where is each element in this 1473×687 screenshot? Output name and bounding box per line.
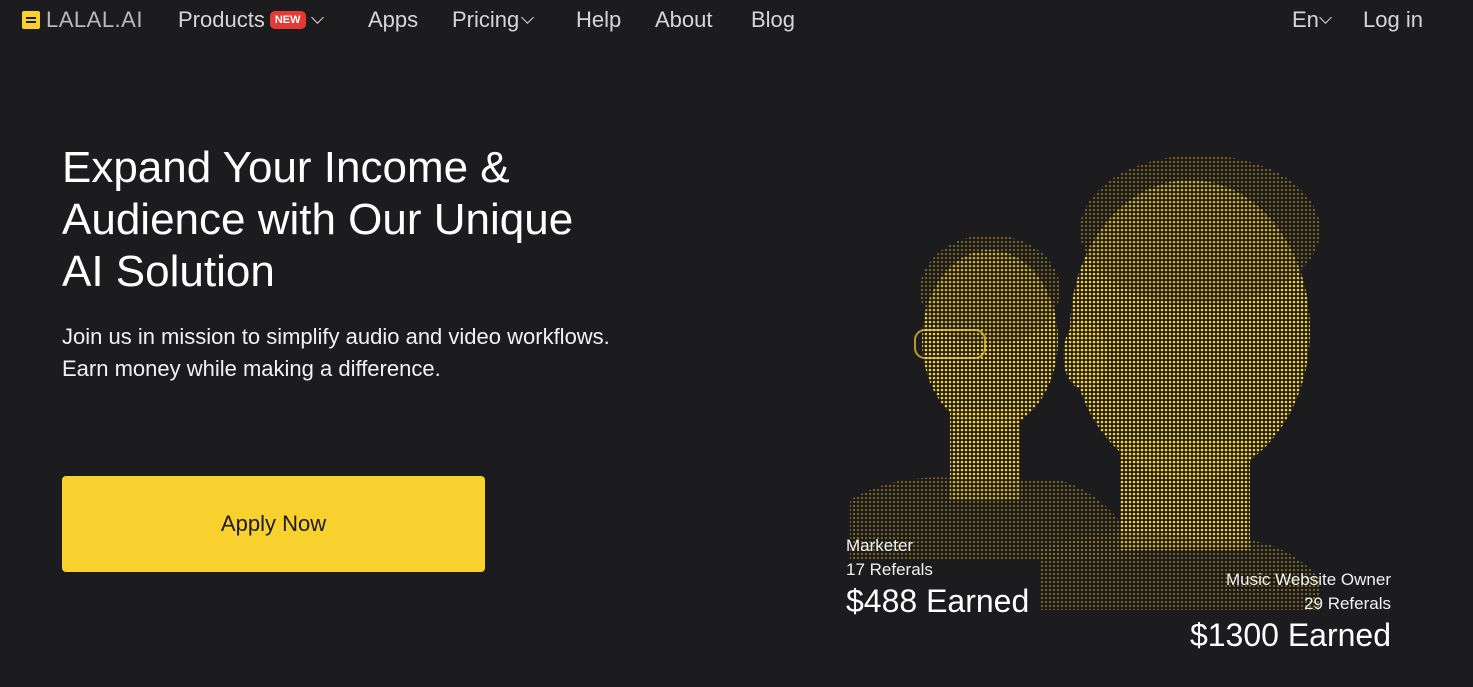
nav-about[interactable]: About — [655, 6, 713, 34]
music-website-owner-portrait — [1040, 155, 1320, 610]
logo-icon — [22, 11, 40, 29]
nav-blog[interactable]: Blog — [751, 6, 795, 34]
hero-title: Expand Your Income & Audience with Our U… — [62, 143, 574, 296]
stat-role: Music Website Owner — [1225, 570, 1391, 589]
nav-products[interactable]: Products NEW — [178, 6, 324, 34]
stat-marketer: Marketer 17 Referals $488 Earned — [846, 534, 1029, 620]
chevron-down-icon — [1319, 11, 1332, 24]
nav-products-label: Products — [178, 7, 265, 32]
nav-help[interactable]: Help — [576, 6, 621, 34]
stat-referrals: 17 Referals — [846, 560, 933, 579]
logo-text: LALAL.AI — [46, 7, 143, 32]
stat-earned: $1300 Earned — [1189, 617, 1391, 653]
nav-apps-label: Apps — [368, 7, 419, 32]
stat-music-website-owner: Music Website Owner 29 Referals $1300 Ea… — [1120, 568, 1391, 654]
nav-pricing-label: Pricing — [452, 7, 520, 32]
hero-subtitle: Join us in mission to simplify audio and… — [62, 324, 610, 381]
new-badge: NEW — [269, 11, 306, 29]
stat-referrals: 29 Referals — [1304, 594, 1391, 613]
language-selector[interactable]: En — [1292, 6, 1332, 34]
login-link[interactable]: Log in — [1363, 6, 1423, 34]
nav-apps[interactable]: Apps — [368, 6, 418, 34]
apply-now-button[interactable]: Apply Now — [62, 476, 485, 572]
chevron-down-icon — [521, 11, 535, 24]
stat-role: Marketer — [846, 536, 914, 555]
nav-pricing[interactable]: Pricing — [452, 6, 535, 34]
language-label: En — [1292, 7, 1319, 32]
nav-blog-label: Blog — [751, 7, 796, 32]
nav-about-label: About — [655, 7, 713, 32]
top-nav: LALAL.AI Products NEW Apps Pricing Help … — [0, 0, 1473, 42]
stat-earned: $488 Earned — [846, 583, 1030, 619]
logo[interactable]: LALAL.AI — [22, 9, 143, 31]
chevron-down-icon — [310, 11, 324, 24]
login-label: Log in — [1363, 7, 1423, 32]
nav-help-label: Help — [576, 7, 622, 32]
